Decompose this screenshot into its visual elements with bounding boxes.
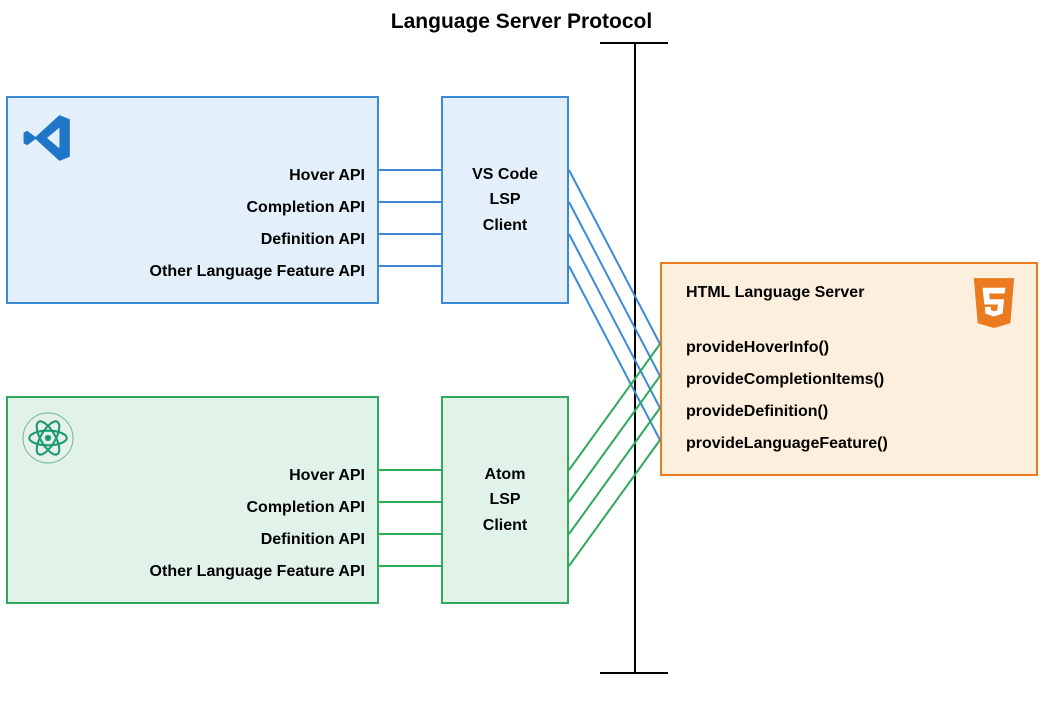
api-item: Other Language Feature API <box>150 256 365 288</box>
server-method: provideCompletionItems() <box>686 364 888 396</box>
server-methods-list: provideHoverInfo() provideCompletionItem… <box>686 332 888 460</box>
api-item: Hover API <box>150 160 365 192</box>
protocol-divider-tick-bottom <box>600 672 668 674</box>
client-label-line: VS Code <box>472 162 538 188</box>
api-item: Completion API <box>150 192 365 224</box>
api-item: Definition API <box>150 224 365 256</box>
server-method: provideHoverInfo() <box>686 332 888 364</box>
api-item: Completion API <box>150 492 365 524</box>
diagram-title: Language Server Protocol <box>0 10 1043 34</box>
client-label-line: LSP <box>489 487 520 513</box>
atom-lsp-client-box: Atom LSP Client <box>441 396 569 604</box>
atom-editor-box: Hover API Completion API Definition API … <box>6 396 379 604</box>
vscode-icon <box>22 112 74 164</box>
protocol-divider-line <box>634 42 636 672</box>
vscode-lsp-client-box: VS Code LSP Client <box>441 96 569 304</box>
html-language-server-box: HTML Language Server provideHoverInfo() … <box>660 262 1038 476</box>
vscode-editor-box: Hover API Completion API Definition API … <box>6 96 379 304</box>
api-item: Other Language Feature API <box>150 556 365 588</box>
client-label-line: Atom <box>485 462 526 488</box>
client-label-line: LSP <box>489 187 520 213</box>
server-method: provideDefinition() <box>686 396 888 428</box>
api-item: Definition API <box>150 524 365 556</box>
protocol-divider-tick-top <box>600 42 668 44</box>
html5-icon <box>970 278 1018 332</box>
server-method: provideLanguageFeature() <box>686 428 888 460</box>
client-label-line: Client <box>483 213 527 239</box>
atom-icon <box>22 412 74 464</box>
client-label-line: Client <box>483 513 527 539</box>
server-title: HTML Language Server <box>686 284 864 302</box>
api-item: Hover API <box>150 460 365 492</box>
vscode-api-list: Hover API Completion API Definition API … <box>150 160 365 288</box>
atom-api-list: Hover API Completion API Definition API … <box>150 460 365 588</box>
